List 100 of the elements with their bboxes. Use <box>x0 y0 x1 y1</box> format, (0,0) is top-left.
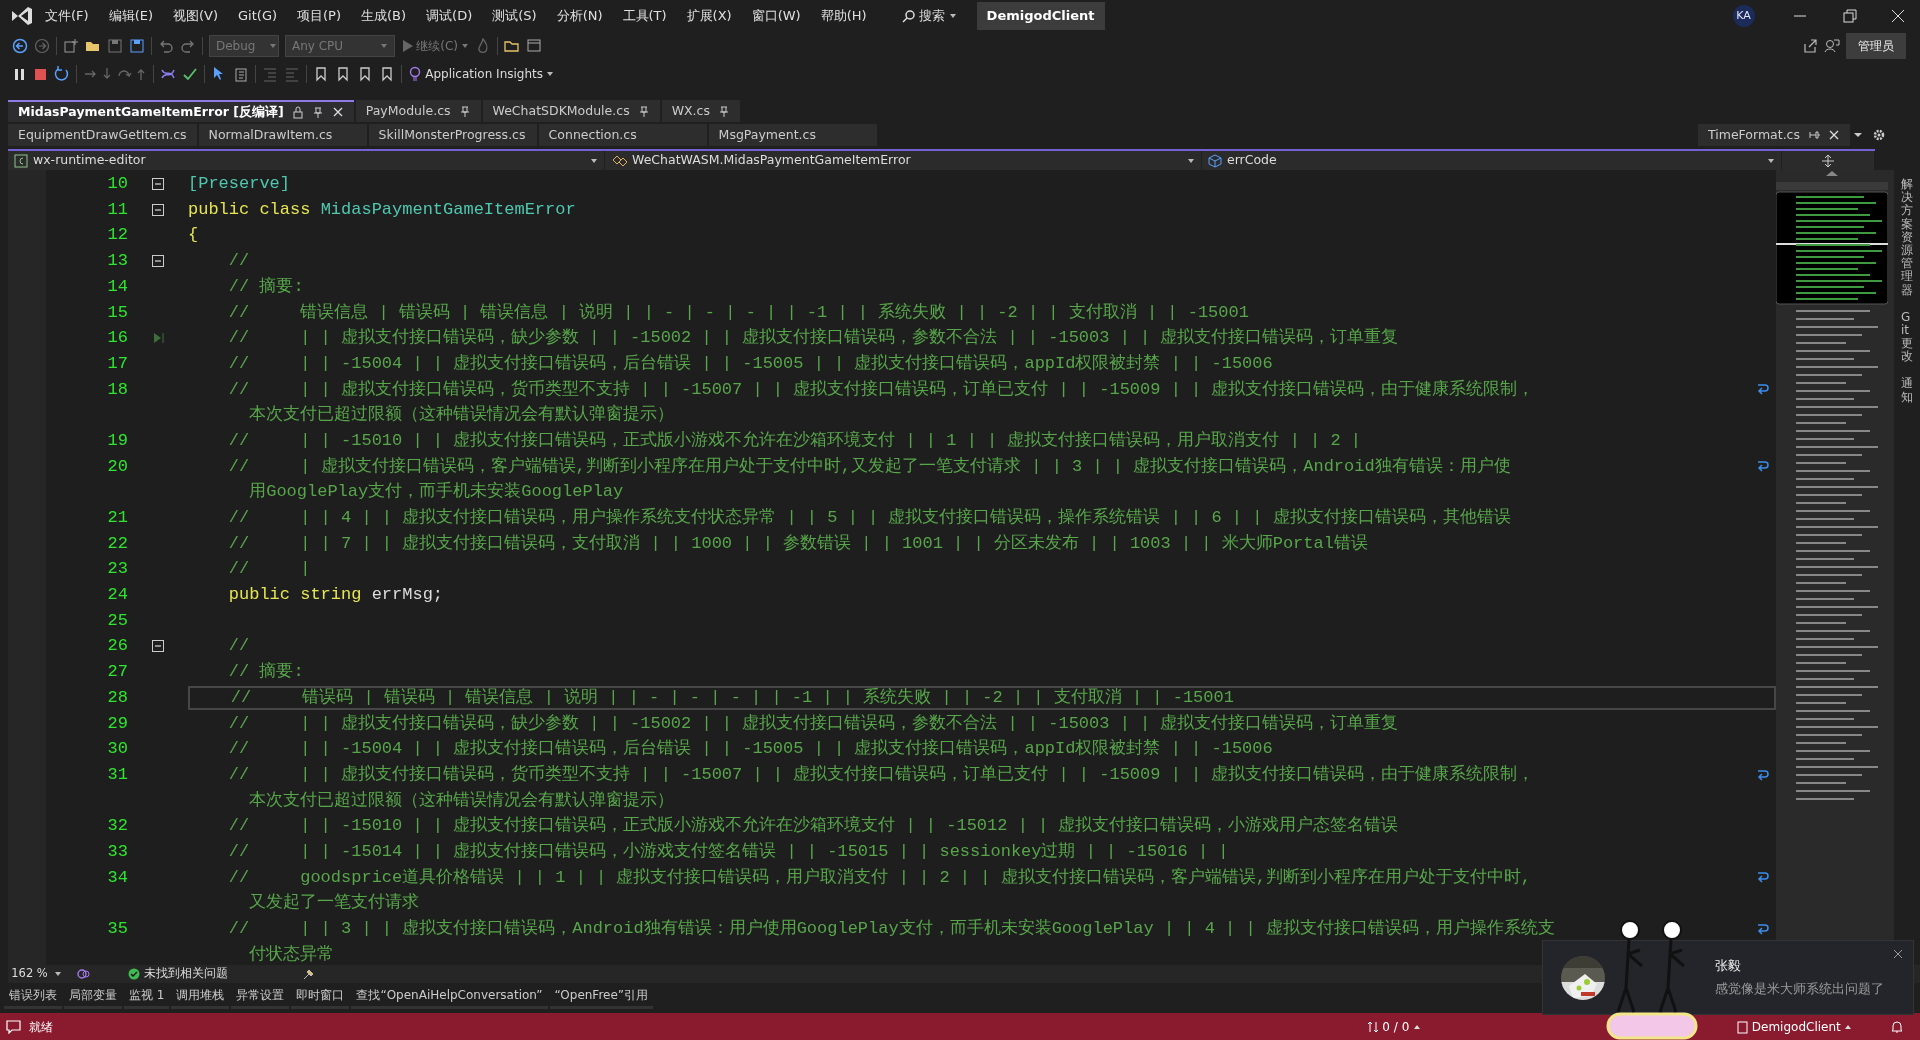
tool-window-tab[interactable]: “OpenFree”引用 <box>549 983 654 1009</box>
restart-icon[interactable] <box>54 66 70 82</box>
back-icon[interactable] <box>12 38 28 54</box>
folder-icon[interactable] <box>504 38 521 54</box>
menu-item[interactable]: 生成(B) <box>352 4 416 28</box>
restore-icon[interactable] <box>1842 8 1858 24</box>
collapse-icon[interactable] <box>152 177 164 190</box>
editor-tab[interactable]: EquipmentDrawGetItem.cs <box>8 124 197 146</box>
code-line: 付状态异常 <box>248 943 335 965</box>
menu-item[interactable]: 调试(D) <box>417 4 482 28</box>
menu-item[interactable]: 视图(V) <box>164 4 228 28</box>
tool-window-tab[interactable]: 局部变量 <box>64 983 122 1009</box>
editor-tab[interactable]: Connection.cs <box>538 124 707 146</box>
menu-item[interactable]: 测试(S) <box>483 4 546 28</box>
undo-icon[interactable] <box>158 38 174 54</box>
tool-window-tab[interactable]: 调用堆栈 <box>171 983 230 1009</box>
tool-window-tab[interactable]: 即时窗口 <box>291 983 350 1009</box>
menu-item[interactable]: 窗口(W) <box>742 4 810 28</box>
tool-window-tab[interactable]: 查找“OpenAiHelpConversation” <box>351 983 548 1009</box>
code-line: // | | -15014 | | 虚拟支付接口错误码，小游戏支付签名错误 | | -15015 | | sessionkey过期 | | -15016 | | <box>227 840 1229 863</box>
branch-status[interactable]: DemigodClient <box>1736 1017 1852 1036</box>
caret-icon <box>546 70 555 78</box>
sync-status[interactable]: 0 / 0 <box>1367 1017 1421 1036</box>
editor-tab[interactable]: TimeFormat.cs <box>1698 124 1850 146</box>
menu-item[interactable]: 工具(T) <box>613 4 676 28</box>
code-line: // <box>227 250 250 273</box>
collapse-icon[interactable] <box>152 640 164 653</box>
editor-tab[interactable]: SkillMonsterProgress.cs <box>368 124 537 146</box>
tool-window-tab[interactable]: 监视 1 <box>124 983 170 1009</box>
code-line: 又发起了一笔支付请求 <box>248 892 420 915</box>
redo-icon[interactable] <box>180 38 196 54</box>
zoom-dropdown[interactable]: 162 % <box>8 965 63 983</box>
wrap-arrow-icon <box>1756 921 1770 936</box>
menu-item[interactable]: 编辑(E) <box>99 4 162 28</box>
window-icon[interactable] <box>526 38 543 54</box>
side-panel-tab[interactable]: 解决方案资源管理器 <box>1901 178 1913 297</box>
editor-tab[interactable]: WeChatSDKModule.cs <box>482 100 660 122</box>
menu-item[interactable]: 扩展(X) <box>677 4 741 28</box>
menu-item[interactable]: Git(G) <box>229 4 287 28</box>
code-line: // | | 3 | | 虚拟支付接口错误码，Android独有错误：用户使用GooglePlay支付，而手机未安装GooglePlay | | 4 | | 虚拟支付接口错误码，用户操作系统支 <box>227 917 1555 941</box>
close-icon <box>1828 129 1840 141</box>
split-icon[interactable] <box>1821 153 1835 168</box>
wrap-arrow-icon <box>1756 459 1770 474</box>
editor-tab[interactable]: MidasPaymentGameItemError [反编译] <box>8 100 354 122</box>
close-icon[interactable] <box>1893 949 1903 959</box>
clipboard-icon[interactable] <box>233 66 249 82</box>
search-button[interactable]: 搜索 <box>891 4 967 28</box>
menu-item[interactable]: 帮助(H) <box>811 4 876 28</box>
pin-icon <box>637 104 650 118</box>
editor-tab[interactable]: WX.cs <box>661 100 740 122</box>
menu-item[interactable]: 文件(F) <box>36 4 98 28</box>
user-avatar[interactable]: KA <box>1732 5 1755 27</box>
line-number: 14 <box>106 275 128 298</box>
pause-icon[interactable] <box>12 66 27 82</box>
side-panel-tab[interactable]: Git 更改 <box>1901 310 1913 364</box>
share-icon[interactable] <box>1802 38 1818 54</box>
issues-status[interactable]: 未找到相关问题 <box>128 965 228 983</box>
code-line: // 错误信息 | 错误码 | 错误信息 | 说明 | | - | - | - | | -1 | | 系统失败 | | -2 | | 支付取消 | | -15001 <box>227 301 1249 324</box>
lock-icon <box>291 105 304 119</box>
code-line: // | | 7 | | 虚拟支付接口错误码，支付取消 | | 1000 | | 参数错误 | | 1001 | | 分区未发布 | | 1003 | | 米大师Portal错误 <box>227 532 1368 555</box>
bookmark-icon[interactable] <box>357 66 373 82</box>
bookmark-icon[interactable] <box>335 66 351 82</box>
menu-item[interactable]: 项目(P) <box>288 4 350 28</box>
line-number: 11 <box>106 198 128 221</box>
menu-item[interactable]: 分析(N) <box>547 4 612 28</box>
code-line: // | | 虚拟支付接口错误码，缺少参数 | | -15002 | | 虚拟支付接口错误码，参数不合法 | | -15003 | | 虚拟支付接口错误码，订单重复 <box>227 712 1399 735</box>
play-icon <box>401 39 413 53</box>
tool-window-tab[interactable]: 错误列表 <box>4 983 62 1009</box>
save-icon[interactable] <box>107 38 123 54</box>
line-number: 20 <box>106 455 128 478</box>
code-line: // | | -15010 | | 虚拟支付接口错误码，正式版小游戏不允许在沙箱环境支付 | | 1 | | 虚拟支付接口错误码，用户取消支付 | | 2 | <box>227 429 1362 452</box>
feedback-icon[interactable] <box>1824 38 1840 54</box>
code-line: 本次支付已超过限额（这种错误情况会有默认弹窗提示） <box>248 789 675 812</box>
save-all-icon[interactable] <box>129 38 145 54</box>
code-line: // | | 虚拟支付接口错误码，缺少参数 | | -15002 | | 虚拟支付接口错误码，参数不合法 | | -15003 | | 虚拟支付接口错误码，订单重复 <box>227 327 1399 350</box>
side-panel-tab[interactable]: 通知 <box>1901 377 1913 404</box>
bell-icon[interactable] <box>1890 1019 1904 1034</box>
tool-window-tab[interactable]: 异常设置 <box>231 983 290 1009</box>
settings-icon[interactable] <box>1872 128 1886 142</box>
field-icon <box>1208 153 1222 168</box>
code-line: // 摘要: <box>227 275 304 298</box>
forward-icon[interactable] <box>34 38 50 54</box>
bookmark-icon[interactable] <box>379 66 395 82</box>
bookmark-icon[interactable] <box>313 66 329 82</box>
collapse-icon[interactable] <box>152 254 164 267</box>
stop-icon[interactable] <box>33 66 48 82</box>
continue-button[interactable]: 继续(C) <box>401 37 470 55</box>
collapse-icon[interactable] <box>152 203 164 216</box>
insights-button[interactable]: Application Insights <box>408 65 555 83</box>
new-item-icon[interactable] <box>63 38 79 54</box>
line-number: 17 <box>106 352 128 375</box>
code-line: // | | -15010 | | 虚拟支付接口错误码，正式版小游戏不允许在沙箱环境支付 | | -15012 | | 虚拟支付接口错误码，小游戏用户态签名错误 <box>227 814 1399 838</box>
editor-tab[interactable]: PayModule.cs <box>355 100 481 122</box>
line-number: 10 <box>106 173 128 196</box>
editor-tab[interactable]: NormalDrawItem.cs <box>198 124 367 146</box>
code-line: // | | -15004 | | 虚拟支付接口错误码，后台错误 | | -15005 | | 虚拟支付接口错误码，appId权限被封禁 | | -15006 <box>227 738 1273 761</box>
editor-tab[interactable]: MsgPayment.cs <box>708 124 877 146</box>
pin-icon <box>1808 129 1820 141</box>
close-icon <box>331 106 344 118</box>
wrap-arrow-icon <box>1756 767 1770 782</box>
